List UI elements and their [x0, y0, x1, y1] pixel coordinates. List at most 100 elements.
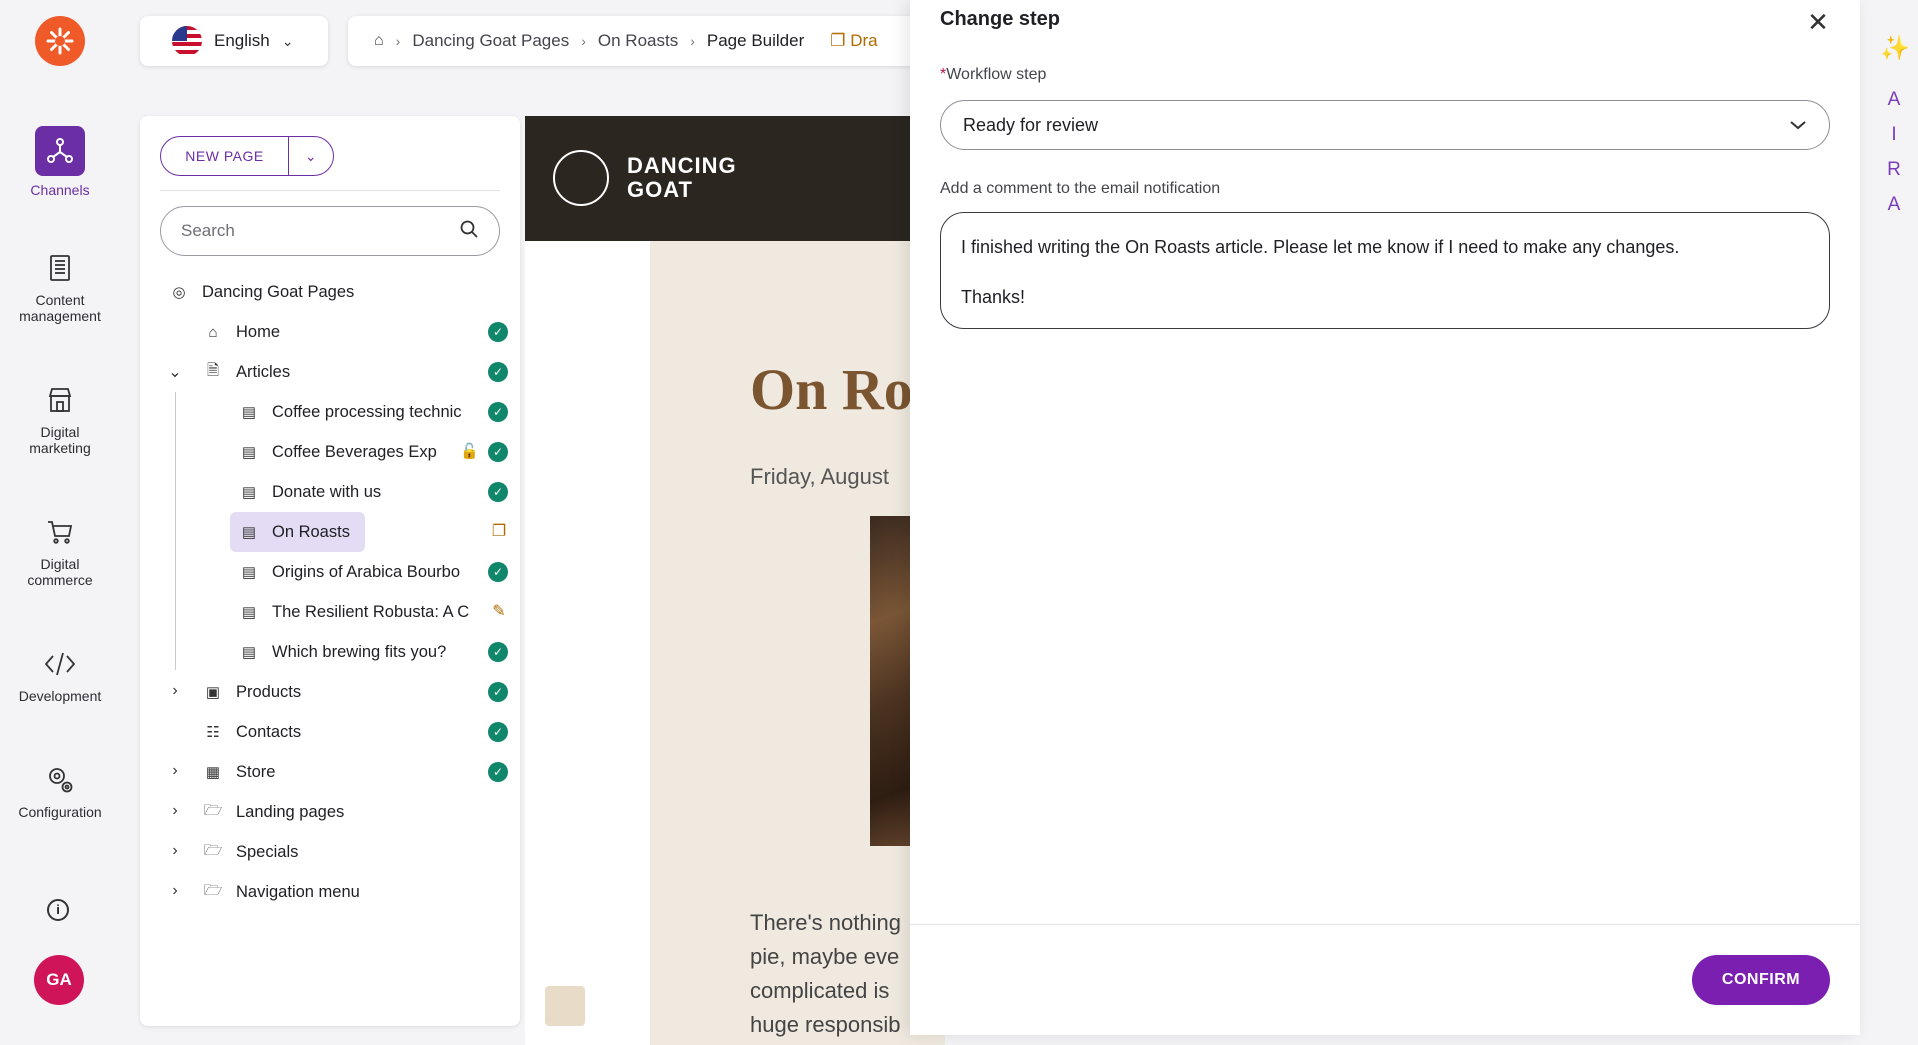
article-icon: ▤ — [241, 564, 257, 581]
preview-header: DANCING GOAT — [525, 116, 945, 241]
avatar[interactable]: GA — [34, 955, 84, 1005]
folder-icon: 🗁 — [203, 801, 223, 819]
published-status-icon: ✓ — [488, 482, 508, 502]
tree-item-which-brewing[interactable]: ▤ Which brewing fits you? — [238, 632, 446, 672]
new-page-button[interactable]: NEW PAGE ⌄ — [160, 136, 334, 176]
tree-item-label: Contacts — [236, 722, 302, 741]
published-status-icon: ✓ — [488, 442, 508, 462]
home-icon[interactable]: ⌂ — [374, 32, 384, 50]
article-icon: ▤ — [241, 484, 257, 501]
nav-content-management[interactable]: Content management — [0, 250, 120, 324]
published-status-icon: ✓ — [488, 562, 508, 582]
article-icon: ▤ — [241, 404, 257, 421]
close-icon[interactable]: ✕ — [1802, 6, 1834, 38]
nav-digital-marketing[interactable]: Digital marketing — [0, 382, 120, 456]
preview-margin — [525, 241, 650, 1045]
tree-item-label: Which brewing fits you? — [272, 642, 447, 661]
tree-item-label: The Resilient Robusta: A C — [272, 602, 470, 621]
page-icon: 🗎 — [206, 361, 220, 379]
tree-item-navigation-menu[interactable]: 🗁 Navigation menu — [202, 872, 360, 912]
tree-item-home[interactable]: ⌂ Home — [202, 312, 280, 352]
cart-icon — [42, 514, 78, 550]
tree-item-label: Navigation menu — [236, 882, 360, 901]
tree-item-articles[interactable]: 🗎 Articles — [202, 352, 290, 392]
kentico-logo-icon[interactable] — [35, 16, 85, 66]
tree-item-on-roasts[interactable]: ▤ On Roasts — [238, 512, 350, 552]
breadcrumb-separator-icon: › — [581, 33, 586, 49]
archive-icon: ▣ — [205, 684, 221, 701]
tree-item-resilient-robusta[interactable]: ▤ The Resilient Robusta: A C — [238, 592, 478, 632]
content-management-icon — [42, 250, 78, 286]
breadcrumb-item-on-roasts[interactable]: On Roasts — [598, 31, 678, 51]
info-icon[interactable]: i — [47, 899, 69, 921]
chevron-right-icon[interactable]: › — [165, 682, 185, 700]
chevron-down-icon[interactable]: ⌄ — [289, 148, 333, 165]
tree-item-specials[interactable]: 🗁 Specials — [202, 832, 299, 872]
confirm-button[interactable]: CONFIRM — [1692, 955, 1830, 1005]
sparkle-icon[interactable]: ✨ — [1880, 34, 1910, 63]
preview-brand: DANCING GOAT — [627, 154, 737, 202]
nav-label-commerce-1: Digital — [40, 556, 80, 572]
chevron-right-icon[interactable]: › — [165, 882, 185, 900]
tree-item-coffee-processing[interactable]: ▤ Coffee processing technic — [238, 392, 478, 432]
nav-label-content-2: management — [19, 308, 101, 324]
pencil-icon: ✎ — [492, 603, 506, 620]
tree-item-landing-pages[interactable]: 🗁 Landing pages — [202, 792, 345, 832]
nav-label-configuration: Configuration — [18, 804, 102, 820]
aira-button[interactable]: A I R A — [1886, 82, 1902, 222]
preview-body: There's nothing pie, maybe eve complicat… — [750, 906, 901, 1042]
nav-label-channels: Channels — [30, 182, 90, 198]
language-selector[interactable]: English ⌄ — [140, 16, 328, 66]
published-status-icon: ✓ — [488, 642, 508, 662]
chevron-right-icon[interactable]: › — [165, 842, 185, 860]
nav-development[interactable]: Development — [0, 646, 120, 704]
search-placeholder: Search — [181, 221, 235, 240]
tree-item-label: Articles — [236, 362, 291, 381]
chevron-down-icon — [1789, 115, 1807, 136]
widget-icon[interactable] — [545, 986, 585, 1026]
workflow-step-select[interactable]: Ready for review — [940, 100, 1830, 150]
breadcrumb-separator-icon: › — [690, 33, 695, 49]
draft-label: Dra — [850, 31, 878, 50]
published-status-icon: ✓ — [488, 322, 508, 342]
tree-item-coffee-beverages[interactable]: ▤ Coffee Beverages Exp — [238, 432, 450, 472]
dialog-footer-divider — [910, 924, 1860, 925]
article-icon: ▤ — [241, 524, 257, 541]
search-icon[interactable] — [459, 219, 479, 244]
workflow-step-value: Ready for review — [963, 114, 1099, 135]
tree-item-products[interactable]: ▣ Products — [202, 672, 301, 712]
aira-letter: I — [1891, 124, 1897, 145]
tree-item-store[interactable]: ▦ Store — [202, 752, 276, 792]
aira-letter: R — [1887, 159, 1901, 180]
preview-body-line: pie, maybe eve — [750, 944, 900, 969]
tree-item-donate[interactable]: ▤ Donate with us — [238, 472, 381, 512]
preview-body-line: complicated is — [750, 978, 890, 1003]
breadcrumb-item-page-builder[interactable]: Page Builder — [707, 31, 804, 51]
comment-label: Add a comment to the email notification — [940, 180, 1221, 197]
change-step-dialog: Change step ✕ *Workflow step Ready for r… — [910, 0, 1860, 1035]
draft-icon: ❐ — [830, 31, 846, 50]
tree-item-label: Donate with us — [272, 482, 382, 501]
preview-title: On Ro — [750, 357, 913, 422]
folder-icon: 🗁 — [203, 841, 223, 859]
comment-textarea[interactable]: I finished writing the On Roasts article… — [940, 212, 1830, 329]
chevron-right-icon[interactable]: › — [165, 802, 185, 820]
tree-item-label: Landing pages — [236, 802, 345, 821]
breadcrumb-separator-icon: › — [395, 33, 401, 49]
nav-configuration[interactable]: Configuration — [0, 762, 120, 820]
brand-line-2: GOAT — [627, 177, 693, 202]
tree-item-origins-arabica[interactable]: ▤ Origins of Arabica Bourbo — [238, 552, 478, 592]
tree-root[interactable]: ◎ Dancing Goat Pages — [168, 272, 354, 312]
nav-label-content-1: Content — [35, 292, 85, 308]
chevron-down-icon[interactable]: ⌄ — [165, 362, 185, 382]
left-navigation: Channels Content management Digital mark… — [0, 0, 120, 1045]
tree-item-label: Coffee Beverages Exp — [272, 442, 437, 461]
chevron-right-icon[interactable]: › — [165, 762, 185, 780]
nav-channels[interactable]: Channels — [0, 126, 120, 198]
tree-item-contacts[interactable]: ☷ Contacts — [202, 712, 301, 752]
breadcrumb-item-pages[interactable]: Dancing Goat Pages — [412, 31, 569, 51]
article-icon: ▤ — [241, 604, 257, 621]
search-input[interactable]: Search — [160, 206, 500, 256]
new-page-label[interactable]: NEW PAGE — [161, 137, 289, 175]
nav-digital-commerce[interactable]: Digital commerce — [0, 514, 120, 588]
